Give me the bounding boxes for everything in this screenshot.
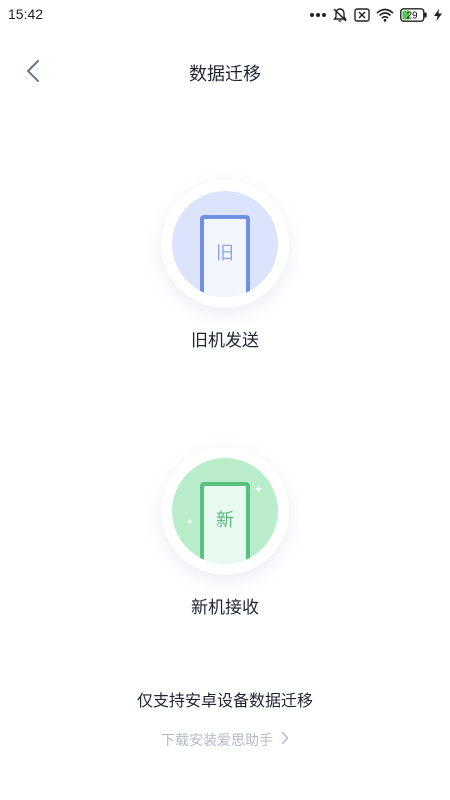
new-device-circle-bg: 新 ✦ ✦ xyxy=(172,458,278,564)
sparkle-icon: ✦ xyxy=(254,483,264,496)
no-sim-icon xyxy=(354,8,370,22)
old-phone-icon: 旧 xyxy=(200,215,250,297)
old-device-circle-bg: 旧 xyxy=(172,191,278,297)
battery-icon: 29 xyxy=(400,8,428,22)
wifi-icon xyxy=(376,8,394,22)
page-title: 数据迁移 xyxy=(189,64,261,85)
new-device-receive-option[interactable]: 新 ✦ ✦ 新机接收 xyxy=(0,447,450,618)
sparkle-icon: ✦ xyxy=(186,518,194,528)
chevron-right-icon xyxy=(281,731,289,749)
new-device-circle: 新 ✦ ✦ xyxy=(161,447,289,575)
status-icons: 29 xyxy=(310,5,442,25)
header: 数据迁移 xyxy=(0,50,450,94)
old-device-send-option[interactable]: 旧 旧机发送 xyxy=(0,180,450,351)
charging-icon xyxy=(434,9,442,21)
android-only-note: 仅支持安卓设备数据迁移 xyxy=(136,691,313,710)
old-phone-char: 旧 xyxy=(216,243,234,264)
more-dots-icon xyxy=(310,12,326,18)
new-phone-char: 新 xyxy=(216,510,234,531)
old-device-label: 旧机发送 xyxy=(191,331,259,351)
new-phone-icon: 新 xyxy=(200,482,250,564)
old-device-circle: 旧 xyxy=(161,180,289,308)
status-bar: 15:42 29 xyxy=(0,0,450,30)
download-link-label: 下载安装爱思助手 xyxy=(161,733,273,749)
new-device-label: 新机接收 xyxy=(191,598,259,618)
battery-level: 29 xyxy=(406,11,418,22)
mute-bell-icon xyxy=(332,7,348,23)
status-time: 15:42 xyxy=(8,6,44,22)
download-assistant-link[interactable]: 下载安装爱思助手 xyxy=(0,730,450,750)
